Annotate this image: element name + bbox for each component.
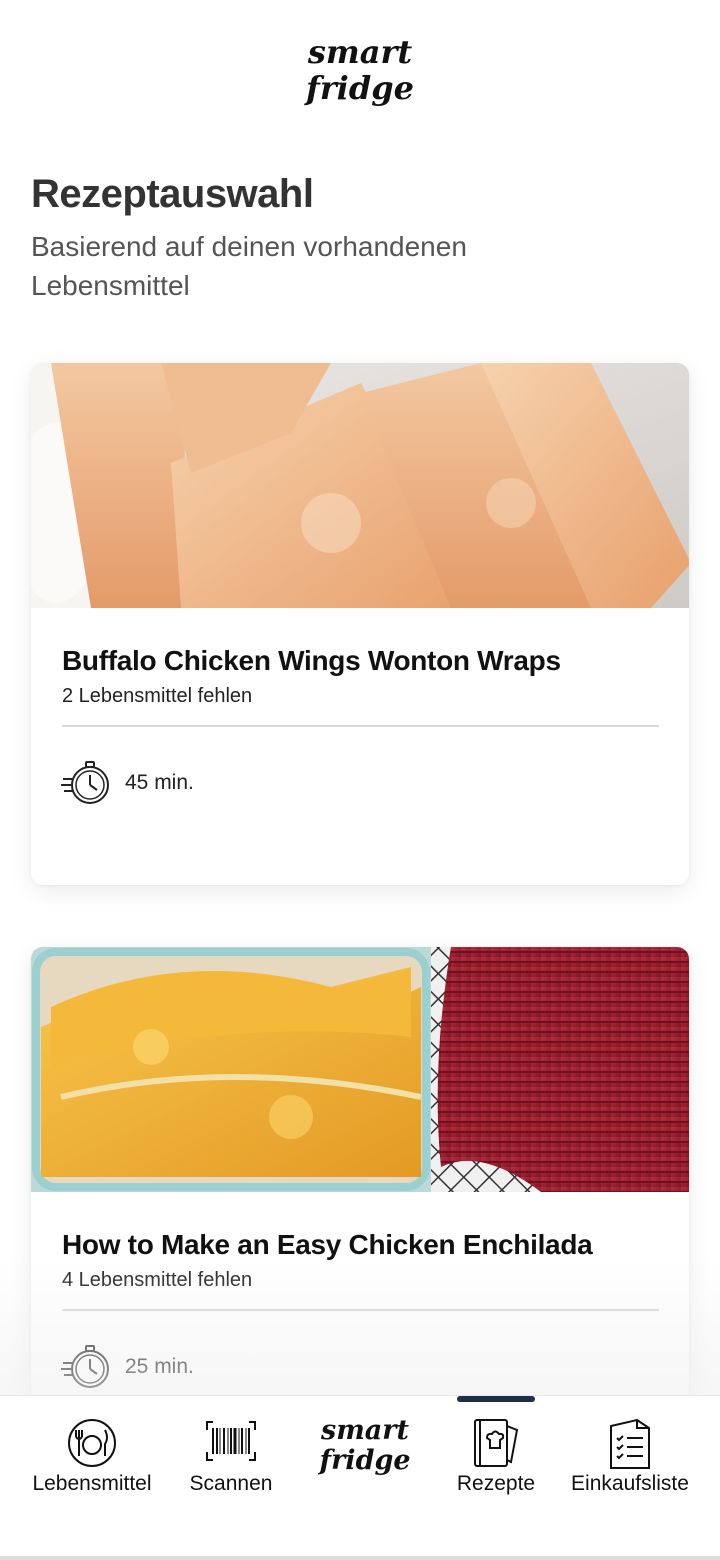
divider xyxy=(62,1309,659,1311)
barcode-icon xyxy=(205,1418,257,1469)
logo-word-smart: smart xyxy=(321,1415,409,1446)
tab-label: Einkaufsliste xyxy=(571,1472,689,1495)
recipe-time: 25 min. xyxy=(125,1355,194,1378)
tab-einkaufsliste[interactable]: Einkaufsliste xyxy=(562,1396,698,1516)
recipe-book-icon xyxy=(471,1418,521,1475)
divider xyxy=(62,725,659,727)
recipe-image-enchilada xyxy=(31,947,689,1192)
recipe-time: 45 min. xyxy=(125,771,194,794)
recipe-card[interactable]: How to Make an Easy Chicken Enchilada 4 … xyxy=(31,947,689,1469)
tab-label: Lebensmittel xyxy=(32,1472,152,1495)
recipe-card[interactable]: Buffalo Chicken Wings Wonton Wraps 2 Leb… xyxy=(31,363,689,885)
tab-lebensmittel[interactable]: Lebensmittel xyxy=(22,1396,162,1516)
page-subtitle: Basierend auf deinen vorhandenen Lebensm… xyxy=(31,231,467,301)
bottom-tab-bar: Lebensmittel Scannen smart fridge Rezept… xyxy=(0,1395,720,1560)
app-logo-small: smart fridge xyxy=(300,1416,430,1476)
recipe-title[interactable]: Buffalo Chicken Wings Wonton Wraps xyxy=(62,645,561,677)
recipe-title[interactable]: How to Make an Easy Chicken Enchilada xyxy=(62,1229,593,1261)
missing-ingredients: 2 Lebensmittel fehlen xyxy=(62,685,253,707)
plate-cutlery-icon xyxy=(67,1418,117,1473)
stopwatch-icon xyxy=(60,757,112,809)
home-indicator-edge xyxy=(0,1556,720,1560)
app-logo: smart fridge xyxy=(0,34,720,106)
logo-word-fridge: fridge xyxy=(306,69,414,107)
active-tab-indicator xyxy=(457,1396,535,1402)
tab-scannen[interactable]: Scannen xyxy=(176,1396,286,1516)
logo-word-fridge: fridge xyxy=(319,1445,411,1476)
recipe-selection-screen: smart fridge Rezeptauswahl Basierend auf… xyxy=(0,0,720,1560)
missing-ingredients: 4 Lebensmittel fehlen xyxy=(62,1269,253,1291)
tab-rezepte[interactable]: Rezepte xyxy=(446,1396,546,1516)
page-title: Rezeptauswahl xyxy=(31,172,314,216)
stopwatch-icon xyxy=(60,1341,112,1393)
recipe-image-wonton-wraps xyxy=(31,363,689,608)
tab-label: Scannen xyxy=(189,1472,273,1495)
checklist-icon xyxy=(609,1418,651,1475)
logo-word-smart: smart xyxy=(307,33,413,71)
tab-home-logo[interactable]: smart fridge xyxy=(300,1396,430,1516)
tab-label: Rezepte xyxy=(456,1472,536,1495)
